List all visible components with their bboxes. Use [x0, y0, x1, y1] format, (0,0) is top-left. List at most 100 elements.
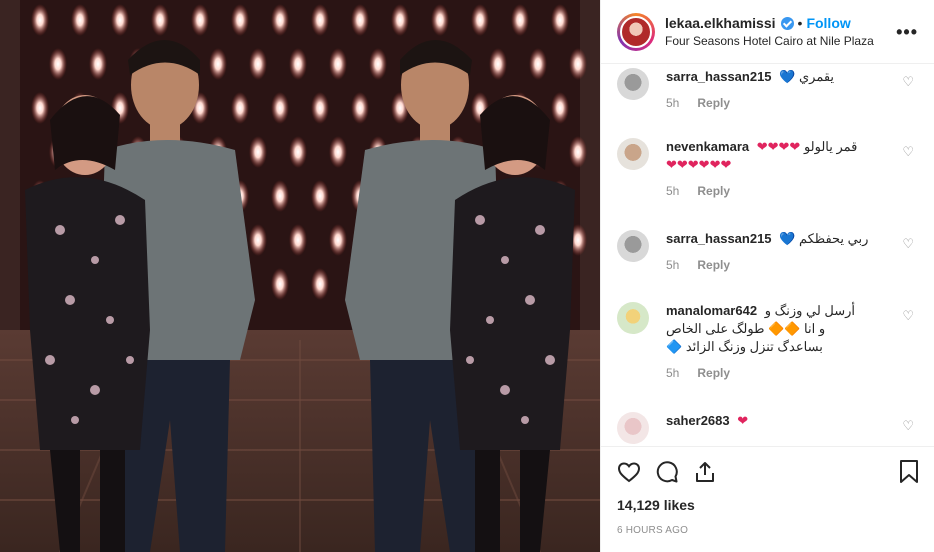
more-options-icon[interactable]: •••	[896, 22, 918, 43]
background-light	[369, 48, 387, 80]
red-heart-icons: ❤❤❤❤	[756, 139, 801, 154]
like-comment-heart-icon[interactable]: ♡	[902, 308, 914, 324]
blue-diamond-icon: 🔷	[666, 339, 683, 354]
location-link[interactable]: Four Seasons Hotel Cairo at Nile Plaza	[665, 34, 874, 48]
reply-button[interactable]: Reply	[697, 96, 730, 110]
background-light	[311, 180, 329, 212]
background-light	[289, 48, 307, 80]
author-avatar[interactable]	[617, 12, 655, 51]
bookmark-icon[interactable]	[898, 459, 920, 485]
background-light	[529, 48, 547, 80]
like-comment-heart-icon[interactable]: ♡	[902, 144, 914, 160]
comment-username[interactable]: manalomar642	[666, 303, 757, 318]
background-light	[311, 4, 329, 36]
background-light	[151, 4, 169, 36]
background-light	[31, 92, 49, 124]
background-light	[311, 268, 329, 300]
commenter-avatar[interactable]	[617, 412, 649, 444]
commenter-avatar[interactable]	[617, 68, 649, 100]
background-light	[329, 224, 347, 256]
background-light	[231, 92, 249, 124]
background-light	[569, 136, 587, 168]
background-light	[49, 48, 67, 80]
background-light	[231, 4, 249, 36]
orange-diamond-icons: 🔶🔶	[768, 321, 801, 336]
commenter-avatar[interactable]	[617, 138, 649, 170]
follow-button[interactable]: Follow	[806, 15, 850, 31]
comment-bubble-icon[interactable]	[655, 460, 679, 484]
post-actions: 14,129 likes 6 HOURS AGO	[601, 446, 934, 536]
comment-text: أرسل لي وزنگ و	[764, 303, 856, 318]
background-light	[289, 224, 307, 256]
comment-username[interactable]: nevenkamara	[666, 139, 749, 154]
background-light	[111, 4, 129, 36]
background-light	[271, 180, 289, 212]
background-light	[271, 92, 289, 124]
like-heart-icon[interactable]	[617, 460, 641, 484]
background-light	[551, 92, 569, 124]
commenter-avatar[interactable]	[617, 302, 649, 334]
background-light	[471, 4, 489, 36]
comment-username[interactable]: sarra_hassan215	[666, 231, 772, 246]
comment-time: 5h	[666, 184, 680, 198]
background-light	[249, 136, 267, 168]
reply-button[interactable]: Reply	[697, 184, 730, 198]
background-light	[551, 4, 569, 36]
likes-count[interactable]: 14,129 likes	[617, 497, 918, 513]
like-comment-heart-icon[interactable]: ♡	[902, 418, 914, 434]
like-comment-heart-icon[interactable]: ♡	[902, 236, 914, 252]
background-light	[71, 4, 89, 36]
post-time-ago: 6 HOURS AGO	[617, 525, 689, 536]
reply-button[interactable]: Reply	[697, 366, 730, 380]
comment-username[interactable]: sarra_hassan215	[666, 69, 772, 84]
background-light	[351, 4, 369, 36]
commenter-avatar[interactable]	[617, 230, 649, 262]
background-light	[271, 268, 289, 300]
background-light	[329, 48, 347, 80]
background-light	[249, 48, 267, 80]
background-light	[431, 4, 449, 36]
background-light	[511, 4, 529, 36]
comment-text: يقمري	[798, 69, 835, 84]
background-light	[249, 224, 267, 256]
separator-dot: •	[797, 15, 803, 31]
comment-item: saher2683 ❤ ♡	[617, 412, 918, 444]
photo-illustration	[0, 0, 600, 552]
red-heart-icons: ❤❤❤❤❤❤	[666, 157, 732, 172]
comment-text: قمر يالولو	[803, 139, 858, 154]
background-light	[391, 4, 409, 36]
comment-item: sarra_hassan215 💙 يقمري 5h Reply ♡	[617, 68, 918, 110]
background-light	[209, 48, 227, 80]
background-light	[271, 4, 289, 36]
post-panel: lekaa.elkhamissi • Follow Four Seasons H…	[600, 0, 934, 552]
background-light	[329, 136, 347, 168]
background-light	[489, 48, 507, 80]
post-photo[interactable]	[0, 0, 600, 552]
background-light	[191, 4, 209, 36]
background-light	[311, 92, 329, 124]
comments-list[interactable]: sarra_hassan215 💙 يقمري 5h Reply ♡ nevenk…	[601, 64, 934, 446]
background-light	[31, 4, 49, 36]
comment-time: 5h	[666, 96, 680, 110]
share-icon[interactable]	[693, 460, 717, 484]
background-light	[351, 92, 369, 124]
blue-heart-icon: 💙	[779, 231, 796, 246]
comment-item: sarra_hassan215 💙 ربي يحفظكم 5h Reply ♡	[617, 230, 918, 272]
comment-time: 5h	[666, 366, 680, 380]
comment-item: manalomar642 أرسل لي وزنگ و طولگ على الخ…	[617, 302, 918, 380]
comment-text: ربي يحفظكم	[798, 231, 869, 246]
post-header: lekaa.elkhamissi • Follow Four Seasons H…	[601, 0, 934, 64]
blue-heart-icon: 💙	[779, 69, 796, 84]
reply-button[interactable]: Reply	[697, 258, 730, 272]
comment-username[interactable]: saher2683	[666, 413, 730, 428]
comment-text: بساعدگ تنزل وزنگ الزائد	[685, 339, 823, 354]
background-light	[289, 136, 307, 168]
comment-text: و انا	[804, 321, 826, 336]
background-light	[569, 48, 587, 80]
verified-badge-icon	[780, 16, 794, 30]
background-light	[89, 48, 107, 80]
red-heart-icon: ❤	[737, 413, 749, 428]
author-username[interactable]: lekaa.elkhamissi	[665, 15, 776, 31]
like-comment-heart-icon[interactable]: ♡	[902, 74, 914, 90]
comment-item: nevenkamara ❤❤❤❤ قمر يالولو ❤❤❤❤❤❤ 5h Rep…	[617, 138, 918, 198]
